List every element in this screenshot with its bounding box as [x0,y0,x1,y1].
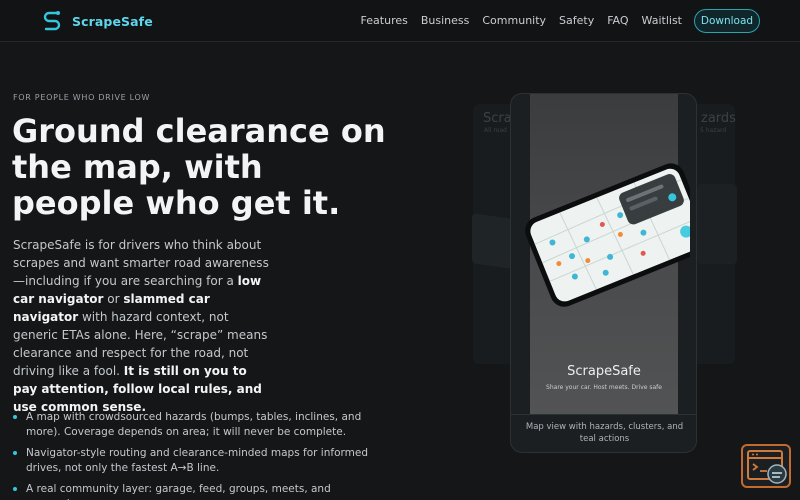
nav-link-features[interactable]: Features [361,14,408,27]
brand-logo-icon [43,11,61,31]
phone-map-illustration [525,163,690,307]
app-preview-name: ScrapeSafe [567,364,641,379]
nav-link-community[interactable]: Community [482,14,546,27]
nav-link-faq[interactable]: FAQ [607,14,628,27]
hero-eyebrow: FOR PEOPLE WHO DRIVE LOW [13,93,151,102]
bg-slide-right-title: zards [701,111,736,126]
bg-slide-left-title: Scra [483,111,512,126]
hero-description: ScrapeSafe is for drivers who think abou… [13,236,275,416]
desc-text-2: or [103,292,124,306]
side-phone-right-image [697,184,737,264]
card-divider [511,414,696,415]
brand-name: ScrapeSafe [72,13,153,29]
nav-link-business[interactable]: Business [421,14,470,27]
brand-link[interactable]: ScrapeSafe [42,10,153,32]
chat-assistant-button[interactable] [741,444,791,488]
feature-item-community: A real community layer: garage, feed, gr… [13,482,383,500]
side-phone-left-image [472,213,512,269]
nav-link-waitlist[interactable]: Waitlist [642,14,682,27]
nav-links: Features Business Community Safety FAQ W… [361,14,682,27]
desc-text-1: ScrapeSafe is for drivers who think abou… [13,238,269,288]
feature-item-routing: Navigator-style routing and clearance-mi… [13,446,383,476]
feature-list: A map with crowdsourced hazards (bumps, … [13,410,383,500]
app-preview-tagline: Share your car. Host meets. Drive safe [546,384,662,391]
feature-item-hazards: A map with crowdsourced hazards (bumps, … [13,410,383,440]
top-navigation: ScrapeSafe Features Business Community S… [0,0,800,42]
app-preview-caption: Map view with hazards, clusters, and tea… [525,422,684,444]
bg-slide-right-subtitle: 5 hazard [700,127,727,134]
hero-headline: Ground clearance on the map, with people… [12,112,386,222]
download-button[interactable]: Download [694,9,760,33]
bg-slide-left-subtitle: All road [484,127,507,134]
nav-link-safety[interactable]: Safety [559,14,594,27]
chat-assistant-icon [747,450,787,484]
